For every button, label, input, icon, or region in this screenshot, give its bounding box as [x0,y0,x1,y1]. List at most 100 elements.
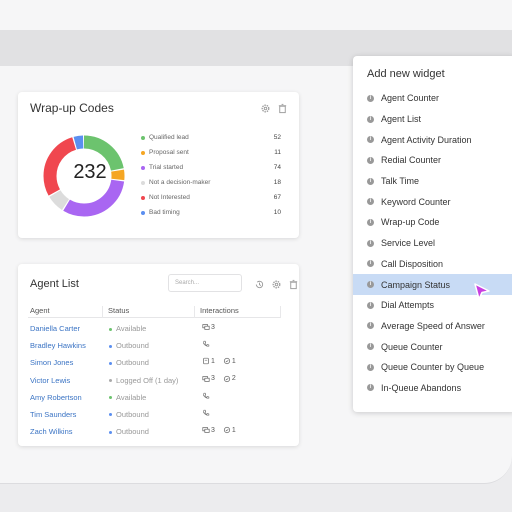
widget-option[interactable]: i In-Queue Abandons [353,378,512,399]
widget-option-label: Wrap-up Code [381,217,440,228]
agent-name-link[interactable]: Simon Jones [30,358,73,367]
widget-option[interactable]: i Agent List [353,109,512,130]
col-agent[interactable]: Agent [30,306,50,315]
legend-value: 52 [273,134,281,141]
legend-item: Trial started 74 [141,162,291,177]
widget-option[interactable]: i Queue Counter by Queue [353,357,512,378]
settings-gear-icon[interactable] [260,103,271,114]
col-status[interactable]: Status [108,306,129,315]
legend-item: Proposal sent 11 [141,147,291,162]
legend-value: 18 [273,179,281,186]
widget-option[interactable]: i Redial Counter [353,150,512,171]
info-icon: i [367,115,374,123]
phone-icon [203,341,210,347]
status-dot [109,327,112,331]
add-widget-panel: Add new widget i Agent Counter i Agent List… [353,56,512,412]
widget-option[interactable]: i Wrap-up Code [353,212,512,233]
status-label: Available [116,324,147,333]
widget-option[interactable]: i Agent Counter [353,88,512,109]
widget-option-label: Call Disposition [381,258,444,269]
trash-icon[interactable] [288,279,299,290]
table-row: Amy Robertson Available [28,389,281,406]
agent-name-link[interactable]: Daniella Carter [30,324,80,333]
info-icon: i [367,136,374,144]
chat-count: 3 [211,375,215,383]
info-icon: i [367,384,374,392]
agent-list-card: Agent List Search... Agent Status Intera… [18,264,299,446]
status-dot [109,396,112,400]
interactions-cell: 32 [202,375,236,383]
widget-option-label: Dial Attempts [381,300,435,311]
interactions-cell [202,409,210,417]
legend-value: 10 [273,209,281,216]
status-label: Outbound [116,409,149,419]
widget-option[interactable]: i Keyword Counter [353,191,512,212]
agent-name-link[interactable]: Victor Lewis [30,376,70,385]
chat-icon [202,324,210,330]
agent-name-link[interactable]: Zach Wilkins [30,427,73,436]
agent-name-link[interactable]: Tim Saunders [30,410,76,419]
legend-dot [141,181,145,185]
widget-option-label: Campaign Status [381,279,451,290]
agent-name-link[interactable]: Bradley Hawkins [30,341,86,350]
trash-icon[interactable] [277,103,288,114]
status-label: Logged Off (1 day) [116,375,179,385]
agent-table-body: Daniella Carter Available 3 Bradley Hawkins… [28,320,281,440]
chat-count: 3 [211,323,215,331]
agent-status: Outbound [109,341,149,350]
info-icon: i [367,198,374,206]
status-label: Available [116,392,147,402]
history-icon[interactable] [254,279,265,290]
widget-option[interactable]: i Queue Counter [353,336,512,357]
add-widget-title: Add new widget [367,68,445,80]
legend-value: 74 [273,164,281,171]
table-row: Victor Lewis Logged Off (1 day) 3 2 [28,372,281,389]
agent-status: Logged Off (1 day) [109,376,178,385]
info-icon: i [367,343,374,351]
status-dot [109,344,112,348]
widget-option[interactable]: i Call Disposition [353,254,512,275]
chat-count: 3 [211,426,215,434]
col-interactions[interactable]: Interactions [200,306,239,315]
widget-option[interactable]: i Talk Time [353,171,512,192]
info-icon: i [367,322,374,330]
info-icon: i [367,94,374,102]
status-dot [109,379,112,383]
widget-option-label: Service Level [381,238,436,249]
widget-option-label: Redial Counter [381,155,442,166]
widget-option[interactable]: i Service Level [353,233,512,254]
legend-dot [141,151,145,155]
status-label: Outbound [116,427,149,437]
table-row: Daniella Carter Available 3 [28,320,281,337]
info-icon: i [367,363,374,371]
legend-label: Bad timing [149,209,180,216]
legend-label: Trial started [149,164,184,171]
legend-value: 11 [274,149,281,156]
legend-item: Not a decision-maker 18 [141,177,291,192]
status-dot [109,413,112,417]
status-dot [109,361,112,365]
agent-status: Available [109,393,146,402]
legend-value: 67 [273,194,281,201]
widget-option-label: Average Speed of Answer [381,320,485,331]
table-row: Simon Jones Outbound 1 1 [28,354,281,371]
message-icon [223,375,230,382]
agent-status: Outbound [109,427,149,436]
legend-item: Not Interested 67 [141,192,291,207]
agent-status: Outbound [109,410,149,419]
sms-count: 1 [211,357,215,365]
widget-option[interactable]: i Average Speed of Answer [353,316,512,337]
widget-option-label: Agent Activity Duration [381,134,472,145]
interactions-cell: 3 [202,323,215,331]
agent-name-link[interactable]: Amy Robertson [30,393,82,402]
phone-icon [203,409,210,416]
info-icon: i [367,281,374,289]
widget-option[interactable]: i Agent Activity Duration [353,129,512,150]
agent-search-input[interactable]: Search... [168,274,242,292]
pointer-cursor-icon [474,283,490,300]
settings-gear-icon[interactable] [271,279,282,290]
legend-item: Qualified lead 52 [141,132,291,147]
agent-status: Available [109,324,146,333]
legend-label: Qualified lead [149,134,189,141]
widget-option-label: Keyword Counter [381,196,451,207]
